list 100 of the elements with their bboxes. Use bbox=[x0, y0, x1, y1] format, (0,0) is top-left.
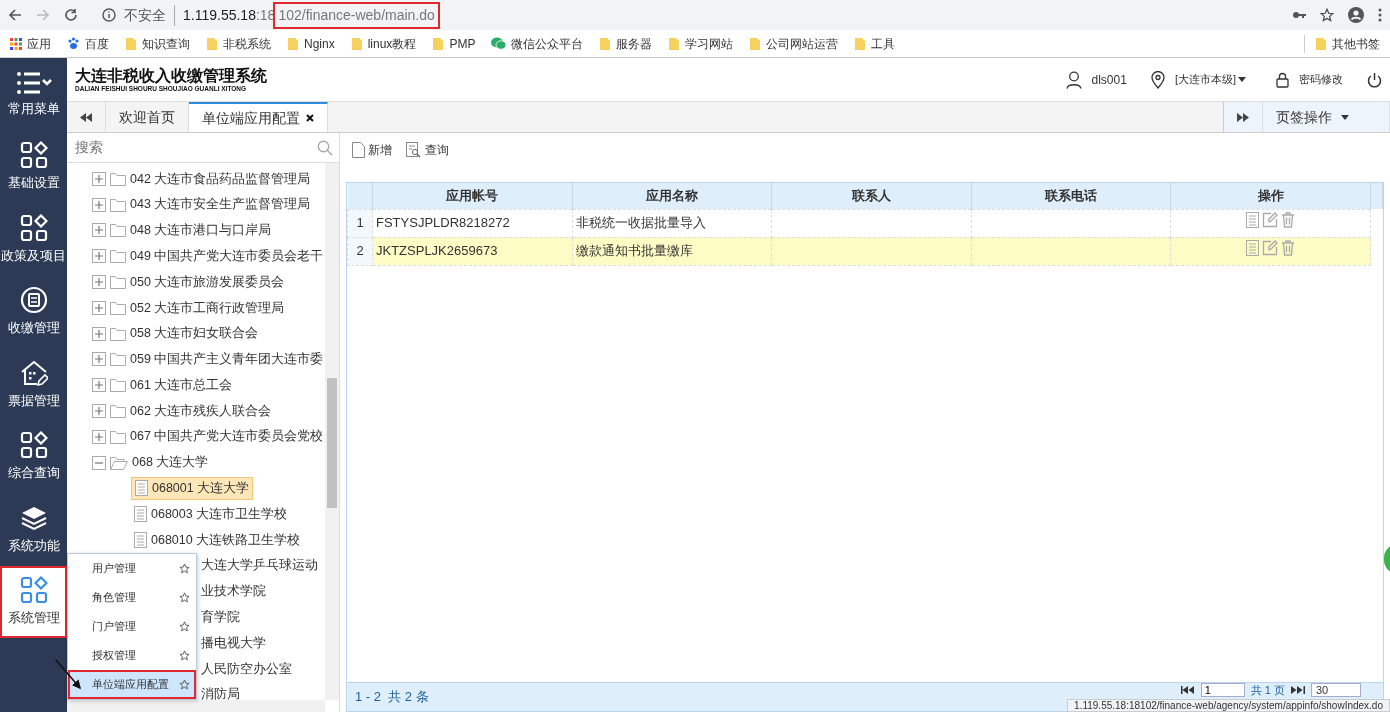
first-page-icon[interactable] bbox=[1180, 686, 1195, 694]
tree-item[interactable]: 068001 大连大学 bbox=[131, 477, 254, 500]
menu-item[interactable]: 角色管理 bbox=[68, 583, 196, 612]
details-icon[interactable] bbox=[1245, 212, 1259, 229]
star-icon[interactable] bbox=[179, 563, 190, 574]
scrollbar[interactable] bbox=[67, 700, 325, 712]
tree-item[interactable]: 052 大连市工商行政管理局 bbox=[130, 297, 288, 319]
last-page-icon[interactable] bbox=[1291, 686, 1305, 694]
bookmark[interactable]: 服务器 bbox=[599, 34, 653, 53]
sidebar-item[interactable]: 系统功能 bbox=[0, 493, 67, 566]
grid-icon bbox=[19, 431, 48, 459]
folder-icon bbox=[110, 352, 126, 367]
info-icon[interactable] bbox=[102, 8, 116, 22]
back-icon[interactable] bbox=[8, 8, 22, 22]
tree-item[interactable]: 043 大连市安全生产监督管理局 bbox=[130, 194, 314, 216]
sidebar-item[interactable]: 常用菜单 bbox=[0, 58, 67, 131]
tree-item[interactable]: 048 大连市港口与口岸局 bbox=[130, 220, 275, 241]
sidebar-item[interactable]: 收缴管理 bbox=[0, 275, 67, 348]
delete-icon[interactable] bbox=[1281, 240, 1296, 257]
tree-item[interactable]: 068 大连大学 bbox=[132, 452, 212, 474]
sidebar-item[interactable]: 综合查询 bbox=[0, 420, 67, 493]
tab[interactable]: 单位端应用配置 bbox=[189, 102, 328, 132]
bookmark[interactable]: 微信公众平台 bbox=[491, 34, 584, 53]
tab-actions-dropdown[interactable]: 页签操作 bbox=[1263, 102, 1390, 132]
bookmark[interactable]: linux教程 bbox=[350, 34, 417, 53]
star-icon[interactable] bbox=[179, 621, 190, 632]
expand-icon[interactable] bbox=[92, 223, 106, 238]
menu-item[interactable]: 门户管理 bbox=[68, 612, 196, 641]
power-icon[interactable] bbox=[1367, 71, 1382, 88]
scrollbar[interactable] bbox=[325, 163, 339, 700]
tree-item[interactable]: 049 中国共产党大连市委员会老干 bbox=[130, 245, 327, 267]
menu-item[interactable]: 授权管理 bbox=[68, 641, 196, 670]
expand-icon[interactable] bbox=[92, 404, 106, 419]
document-icon bbox=[134, 506, 147, 523]
tree-item[interactable]: 062 大连市残疾人联合会 bbox=[130, 400, 275, 422]
expand-icon[interactable] bbox=[92, 249, 106, 264]
bookmark[interactable]: 工具 bbox=[854, 34, 896, 53]
bookmark[interactable]: 应用 bbox=[10, 34, 51, 53]
bookmark[interactable]: Nginx bbox=[287, 34, 335, 53]
sidebar-item[interactable]: 基础设置 bbox=[0, 130, 67, 203]
details-icon[interactable] bbox=[1245, 240, 1259, 257]
tree-item[interactable]: 059 中国共产主义青年团大连市委 bbox=[130, 349, 327, 370]
bookmark[interactable]: 学习网站 bbox=[668, 34, 734, 53]
star-icon[interactable] bbox=[1320, 8, 1334, 22]
toolbar-button[interactable]: 查询 bbox=[406, 141, 449, 159]
column-header: 应用帐号 bbox=[372, 183, 573, 209]
star-icon[interactable] bbox=[179, 679, 190, 690]
toolbar-button[interactable]: 新增 bbox=[352, 141, 393, 159]
search-icon[interactable] bbox=[317, 139, 333, 156]
tree-item[interactable]: 067 中国共产党大连市委员会党校 bbox=[130, 426, 327, 448]
more-icon[interactable] bbox=[1378, 8, 1382, 22]
edit-icon[interactable] bbox=[1262, 240, 1279, 257]
folder-icon bbox=[110, 429, 126, 444]
expand-icon[interactable] bbox=[92, 378, 106, 393]
close-icon[interactable] bbox=[306, 114, 314, 122]
bookmark[interactable]: 公司网站运营 bbox=[749, 34, 839, 53]
table-row[interactable]: 1 FSTYSJPLDR8218272 非税统一收据批量导入 bbox=[347, 209, 1383, 237]
expand-icon[interactable] bbox=[92, 275, 106, 290]
scroll-right-button[interactable] bbox=[1223, 102, 1263, 132]
reload-icon[interactable] bbox=[64, 8, 78, 22]
password-link[interactable]: 密码修改 bbox=[1299, 71, 1343, 88]
page-size-select[interactable]: 30 bbox=[1311, 683, 1361, 697]
bookmark[interactable]: 其他书签 bbox=[1304, 34, 1380, 53]
collapse-icon[interactable] bbox=[92, 455, 106, 470]
expand-icon[interactable] bbox=[92, 429, 106, 444]
tree-item[interactable]: 068010 大连铁路卫生学校 bbox=[131, 529, 304, 551]
expand-icon[interactable] bbox=[92, 171, 106, 186]
bookmark[interactable]: 百度 bbox=[67, 34, 109, 53]
forward-icon[interactable] bbox=[36, 8, 50, 22]
menu-item[interactable]: 用户管理 bbox=[68, 554, 196, 583]
tree-item[interactable]: 058 大连市妇女联合会 bbox=[130, 323, 262, 345]
expand-icon[interactable] bbox=[92, 300, 106, 315]
sidebar-item[interactable]: 政策及项目 bbox=[0, 203, 67, 276]
bookmark[interactable]: PMP bbox=[432, 34, 476, 53]
page-field[interactable]: 1 bbox=[1200, 683, 1245, 697]
document-icon bbox=[134, 532, 147, 549]
star-icon[interactable] bbox=[179, 592, 190, 603]
table-row[interactable]: 2 JKTZSPLJK2659673 缴款通知书批量缴库 bbox=[347, 237, 1383, 265]
tree-item[interactable]: 061 大连市总工会 bbox=[130, 374, 236, 396]
tree-item[interactable]: 068003 大连市卫生学校 bbox=[131, 503, 291, 525]
bookmark[interactable]: 知识查询 bbox=[125, 34, 190, 53]
profile-icon[interactable] bbox=[1348, 7, 1364, 23]
tree-item[interactable]: 050 大连市旅游发展委员会 bbox=[130, 271, 288, 293]
expand-icon[interactable] bbox=[92, 326, 106, 341]
menu-item[interactable]: 单位端应用配置 bbox=[68, 670, 196, 699]
tree-item[interactable]: 042 大连市食品药品监督管理局 bbox=[130, 168, 314, 190]
column-header: 应用名称 bbox=[572, 183, 772, 209]
edit-icon[interactable] bbox=[1262, 212, 1279, 229]
expand-icon[interactable] bbox=[92, 197, 106, 212]
annotation-arrow bbox=[54, 658, 84, 692]
sidebar-item[interactable]: 系统管理 bbox=[0, 565, 67, 638]
expand-icon[interactable] bbox=[92, 352, 106, 367]
key-icon[interactable] bbox=[1292, 10, 1306, 20]
star-icon[interactable] bbox=[179, 650, 190, 661]
delete-icon[interactable] bbox=[1281, 212, 1296, 229]
region-dropdown[interactable]: [大连市本级] bbox=[1174, 71, 1236, 88]
sidebar-item[interactable]: 票据管理 bbox=[0, 348, 67, 421]
lock-icon bbox=[1276, 71, 1289, 88]
bookmark[interactable]: 非税系统 bbox=[206, 34, 271, 53]
caret-icon bbox=[1238, 77, 1246, 82]
